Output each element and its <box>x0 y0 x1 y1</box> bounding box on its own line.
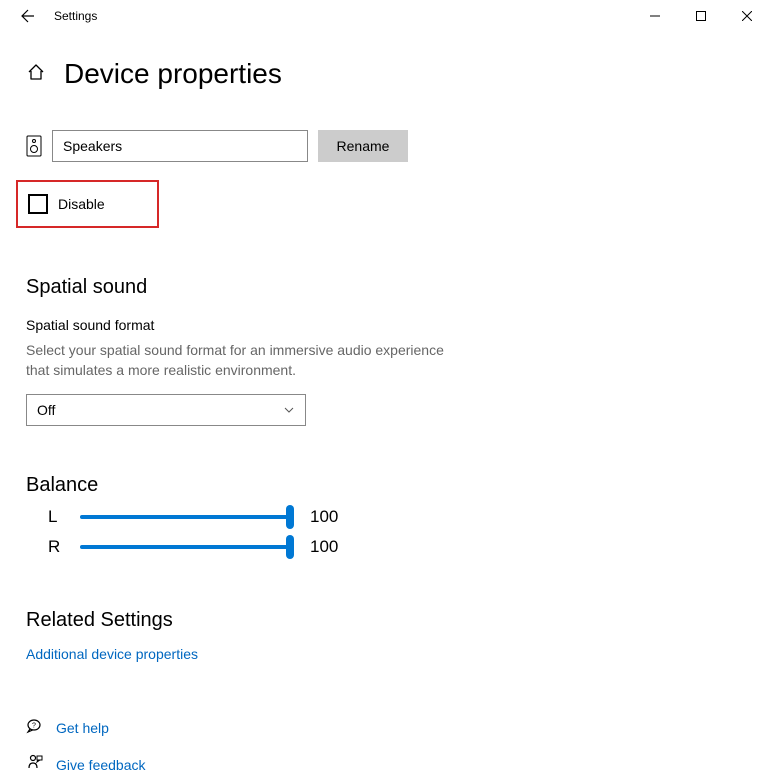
get-help-link[interactable]: Get help <box>56 720 109 736</box>
disable-checkbox[interactable] <box>28 194 48 214</box>
additional-properties-link[interactable]: Additional device properties <box>26 646 198 662</box>
back-button[interactable] <box>8 0 48 32</box>
balance-left-row: L 100 <box>26 507 744 527</box>
device-name-input[interactable] <box>52 130 308 162</box>
device-name-row: Rename <box>26 130 744 162</box>
titlebar: Settings <box>0 0 770 32</box>
window-controls <box>632 0 770 32</box>
disable-label: Disable <box>58 196 105 212</box>
feedback-icon <box>26 753 44 776</box>
page-header: Device properties <box>26 58 744 90</box>
balance-right-slider[interactable] <box>80 545 290 549</box>
give-feedback-link[interactable]: Give feedback <box>56 757 146 773</box>
back-arrow-icon <box>20 8 36 24</box>
balance-right-label: R <box>48 537 70 557</box>
balance-right-row: R 100 <box>26 537 744 557</box>
balance-right-thumb[interactable] <box>286 535 294 559</box>
balance-left-slider[interactable] <box>80 515 290 519</box>
minimize-icon <box>650 11 660 21</box>
related-settings-heading: Related Settings <box>26 609 744 632</box>
rename-button[interactable]: Rename <box>318 130 408 162</box>
balance-heading: Balance <box>26 474 744 497</box>
give-feedback-row: Give feedback <box>26 753 744 776</box>
spatial-description: Select your spatial sound format for an … <box>26 341 456 380</box>
close-icon <box>742 11 752 21</box>
spatial-sound-heading: Spatial sound <box>26 276 744 299</box>
page-title: Device properties <box>64 58 282 90</box>
close-button[interactable] <box>724 0 770 32</box>
disable-checkbox-container[interactable]: Disable <box>16 180 159 228</box>
spatial-format-selected: Off <box>37 402 55 418</box>
balance-left-label: L <box>48 507 70 527</box>
spatial-format-dropdown[interactable]: Off <box>26 394 306 426</box>
content-area: Device properties Rename Disable Spatial… <box>0 58 770 776</box>
balance-left-thumb[interactable] <box>286 505 294 529</box>
minimize-button[interactable] <box>632 0 678 32</box>
balance-right-value: 100 <box>310 537 338 557</box>
spatial-format-label: Spatial sound format <box>26 317 744 333</box>
svg-text:?: ? <box>32 723 36 730</box>
maximize-button[interactable] <box>678 0 724 32</box>
help-icon: ? <box>26 716 44 739</box>
chevron-down-icon <box>283 404 295 416</box>
speaker-icon <box>26 135 42 157</box>
get-help-row: ? Get help <box>26 716 744 739</box>
maximize-icon <box>696 11 706 21</box>
home-icon[interactable] <box>26 62 46 87</box>
balance-left-value: 100 <box>310 507 338 527</box>
window-title: Settings <box>54 9 97 23</box>
